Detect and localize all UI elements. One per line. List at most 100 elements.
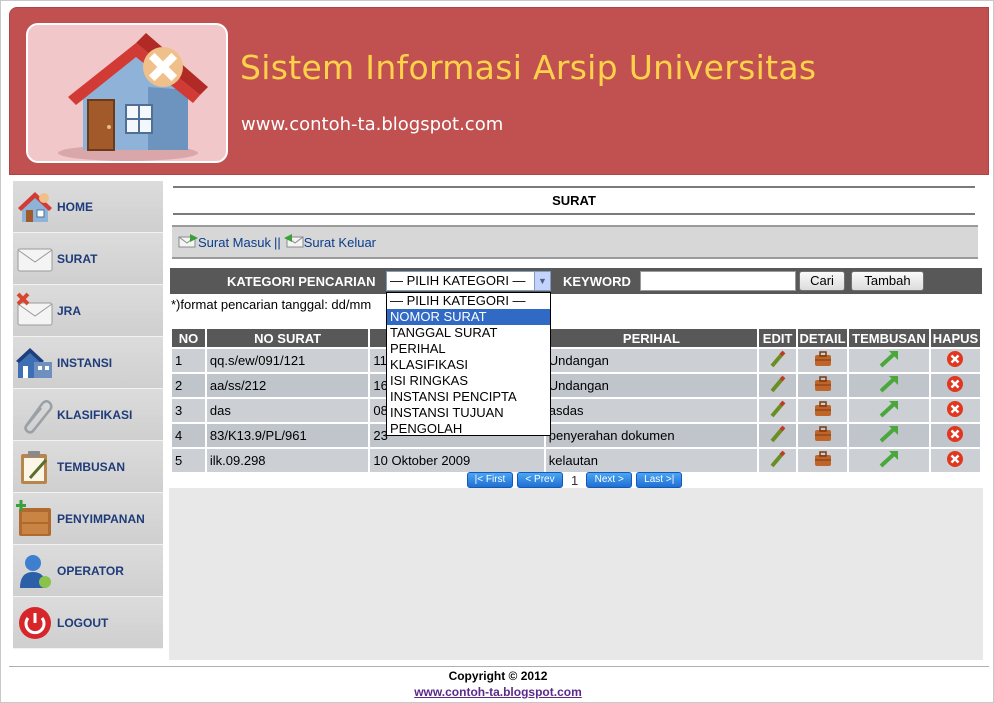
dropdown-option[interactable]: TANGGAL SURAT	[387, 325, 550, 341]
sidebar-item-home[interactable]: HOME	[13, 181, 163, 233]
cari-button[interactable]: Cari	[799, 271, 845, 291]
pencil-icon[interactable]	[768, 450, 788, 472]
dropdown-option[interactable]: — PILIH KATEGORI —	[387, 293, 550, 309]
cell-perihal: kelautan	[545, 449, 758, 472]
site-url: www.contoh-ta.blogspot.com	[241, 114, 504, 135]
sidebar-item-tembusan[interactable]: TEMBUSAN	[13, 441, 163, 493]
sidebar-nav: HOME SURAT JRA INSTANSI KLASIFIKASI TEMB…	[13, 181, 163, 649]
prev-icon: <	[525, 474, 535, 485]
pagination: |< First < Prev 1 Next > Last >|	[467, 471, 686, 489]
surat-keluar-label: Surat Keluar	[303, 234, 377, 250]
detail-action[interactable]	[798, 349, 848, 372]
sidebar-item-klasifikasi[interactable]: KLASIFIKASI	[13, 389, 163, 441]
col-detail: DETAIL	[798, 329, 848, 347]
dropdown-option[interactable]: KLASIFIKASI	[387, 357, 550, 373]
detail-action[interactable]	[798, 399, 848, 422]
pencil-icon[interactable]	[768, 375, 788, 397]
tembusan-action[interactable]	[849, 424, 929, 447]
dropdown-option[interactable]: INSTANSI TUJUAN	[387, 405, 550, 421]
arrow-up-right-icon[interactable]	[878, 451, 900, 472]
dropdown-option[interactable]: INSTANSI PENCIPTA	[387, 389, 550, 405]
dropdown-option[interactable]: PENGOLAH	[387, 421, 550, 437]
detail-action[interactable]	[798, 424, 848, 447]
keyword-label: KEYWORD	[563, 273, 631, 289]
sidebar-item-label: PENYIMPANAN	[57, 511, 145, 526]
pencil-icon[interactable]	[768, 350, 788, 372]
detail-action[interactable]	[798, 449, 848, 472]
hapus-action[interactable]	[930, 399, 980, 422]
delete-x-icon[interactable]	[946, 401, 964, 421]
edit-action[interactable]	[759, 374, 797, 397]
last-page-button[interactable]: Last >|	[636, 472, 683, 488]
cell-no-surat: qq.s/ew/091/121	[206, 349, 369, 372]
col-no: NO	[172, 329, 205, 347]
dropdown-option-highlighted[interactable]: NOMOR SURAT	[387, 309, 550, 325]
col-tembusan: TEMBUSAN	[849, 329, 929, 347]
sidebar-item-instansi[interactable]: INSTANSI	[13, 337, 163, 389]
edit-action[interactable]	[759, 349, 797, 372]
prev-page-button[interactable]: < Prev	[517, 472, 563, 488]
sidebar-item-operator[interactable]: OPERATOR	[13, 545, 163, 597]
hapus-action[interactable]	[930, 424, 980, 447]
surat-keluar-link[interactable]: Surat Keluar	[283, 233, 377, 251]
sidebar-item-penyimpanan[interactable]: PENYIMPANAN	[13, 493, 163, 545]
briefcase-icon[interactable]	[813, 401, 833, 421]
delete-x-icon[interactable]	[946, 376, 964, 396]
arrow-up-right-icon[interactable]	[878, 376, 900, 397]
footer-link[interactable]: www.contoh-ta.blogspot.com	[1, 685, 994, 699]
cell-no-surat: 83/K13.9/PL/961	[206, 424, 369, 447]
hapus-action[interactable]	[930, 349, 980, 372]
tembusan-action[interactable]	[849, 449, 929, 472]
hapus-action[interactable]	[930, 449, 980, 472]
delete-x-icon[interactable]	[946, 426, 964, 446]
edit-action[interactable]	[759, 424, 797, 447]
next-page-button[interactable]: Next >	[586, 472, 633, 488]
detail-action[interactable]	[798, 374, 848, 397]
chevron-down-icon[interactable]: ▼	[534, 272, 550, 290]
search-bar: KATEGORI PENCARIAN — PILIH KATEGORI — ▼ …	[170, 268, 982, 294]
house-icon	[15, 187, 55, 227]
prev-label: Prev	[534, 474, 555, 485]
tambah-button[interactable]: Tambah	[851, 271, 924, 291]
briefcase-icon[interactable]	[813, 426, 833, 446]
table-header-row: NO NO SURAT PERIHAL EDIT DETAIL TEMBUSAN…	[172, 329, 980, 347]
sidebar-item-surat[interactable]: SURAT	[13, 233, 163, 285]
current-page: 1	[571, 472, 579, 488]
cabinet-icon	[15, 499, 55, 539]
page-title: SURAT	[173, 186, 975, 215]
sidebar-item-logout[interactable]: LOGOUT	[13, 597, 163, 649]
arrow-up-right-icon[interactable]	[878, 426, 900, 447]
col-no-surat: NO SURAT	[206, 329, 369, 347]
delete-x-icon[interactable]	[946, 451, 964, 471]
dropdown-option[interactable]: PERIHAL	[387, 341, 550, 357]
briefcase-icon[interactable]	[813, 351, 833, 371]
briefcase-icon[interactable]	[813, 451, 833, 471]
first-page-button[interactable]: |< First	[467, 472, 513, 488]
surat-masuk-link[interactable]: Surat Masuk	[178, 233, 271, 251]
keyword-input[interactable]	[640, 271, 796, 291]
briefcase-icon[interactable]	[813, 376, 833, 396]
col-perihal: PERIHAL	[545, 329, 758, 347]
table-row: 4 83/K13.9/PL/961 23 penyerahan dokumen	[172, 424, 980, 447]
cell-no-surat: aa/ss/212	[206, 374, 369, 397]
pencil-icon[interactable]	[768, 400, 788, 422]
edit-action[interactable]	[759, 449, 797, 472]
tembusan-action[interactable]	[849, 374, 929, 397]
arrow-up-right-icon[interactable]	[878, 401, 900, 422]
kategori-selected-value: — PILIH KATEGORI —	[390, 273, 526, 288]
clipboard-icon	[15, 447, 55, 487]
hapus-action[interactable]	[930, 374, 980, 397]
arrow-up-right-icon[interactable]	[878, 351, 900, 372]
copyright-text: Copyright © 2012	[448, 669, 548, 683]
delete-x-icon[interactable]	[946, 351, 964, 371]
tembusan-action[interactable]	[849, 399, 929, 422]
edit-action[interactable]	[759, 399, 797, 422]
pencil-icon[interactable]	[768, 425, 788, 447]
table-row: 5 ilk.09.298 10 Oktober 2009 kelautan	[172, 449, 980, 472]
tembusan-action[interactable]	[849, 349, 929, 372]
sidebar-item-jra[interactable]: JRA	[13, 285, 163, 337]
kategori-select[interactable]: — PILIH KATEGORI — ▼	[386, 271, 551, 291]
table-row: 2 aa/ss/212 16 Undangan	[172, 374, 980, 397]
dropdown-option[interactable]: ISI RINGKAS	[387, 373, 550, 389]
last-page-icon: >|	[663, 474, 675, 485]
